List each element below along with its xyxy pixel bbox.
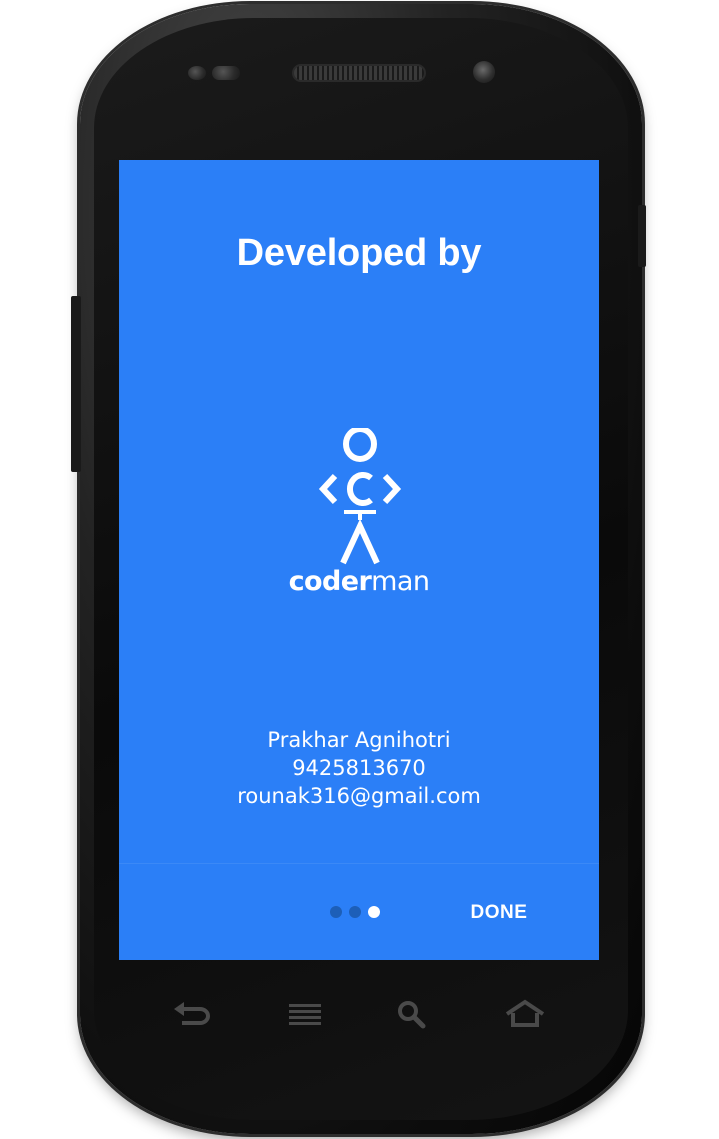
page-indicator: [330, 906, 380, 918]
power-button: [638, 205, 646, 267]
intro-slide-screen: Developed by coderman Prakhar Agnihotri …: [119, 160, 599, 960]
home-icon: [505, 999, 545, 1027]
light-sensor: [212, 66, 240, 80]
back-icon: [174, 1002, 210, 1025]
page-dot-3[interactable]: [368, 906, 380, 918]
developer-contact: Prakhar Agnihotri 9425813670 rounak316@g…: [119, 726, 599, 810]
menu-icon: [289, 1004, 321, 1025]
logo-wordmark-bold: coder: [288, 566, 372, 597]
proximity-sensor: [188, 66, 206, 80]
search-icon: [398, 1001, 426, 1029]
slide-title: Developed by: [236, 232, 482, 274]
page-dot-1[interactable]: [330, 906, 342, 918]
page-dot-2[interactable]: [349, 906, 361, 918]
developer-name: Prakhar Agnihotri: [267, 728, 451, 752]
developer-email: rounak316@gmail.com: [237, 784, 481, 808]
footer-divider: [119, 863, 599, 864]
developer-phone: 9425813670: [292, 756, 426, 780]
home-button[interactable]: [495, 992, 555, 1036]
logo-wordmark-light: man: [371, 566, 430, 597]
hardware-nav-bar: [150, 992, 570, 1036]
search-button[interactable]: [382, 992, 442, 1036]
volume-button: [71, 296, 81, 472]
menu-button[interactable]: [275, 992, 335, 1036]
coderman-figure-icon: [318, 426, 402, 565]
earpiece-speaker: [292, 64, 426, 82]
coderman-logo: coderman: [285, 426, 433, 604]
front-camera-icon: [473, 61, 495, 83]
back-button[interactable]: [160, 992, 220, 1036]
done-button[interactable]: DONE: [455, 896, 543, 930]
logo-wordmark: coderman: [285, 566, 433, 597]
